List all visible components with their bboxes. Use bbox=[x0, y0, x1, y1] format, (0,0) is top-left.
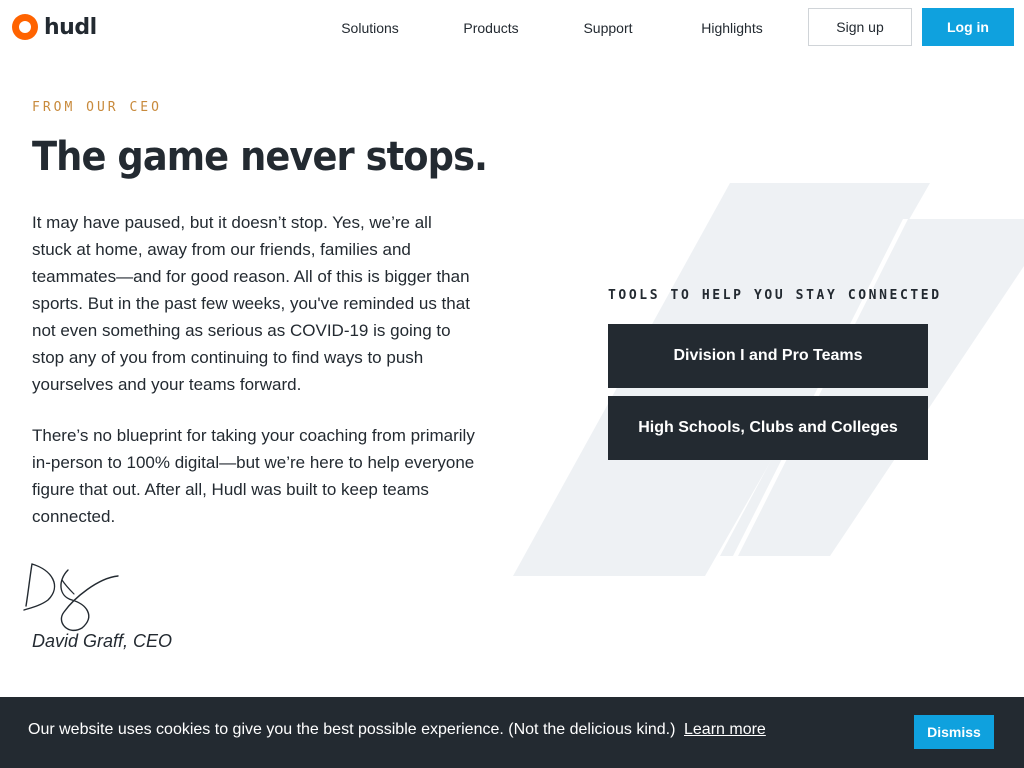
dismiss-button[interactable]: Dismiss bbox=[914, 715, 994, 749]
learn-more-link[interactable]: Learn more bbox=[684, 721, 766, 739]
hudl-logo[interactable]: hudl bbox=[12, 10, 97, 44]
nav-products[interactable]: Products bbox=[440, 6, 542, 52]
nav-solutions[interactable]: Solutions bbox=[322, 6, 418, 52]
log-in-button[interactable]: Log in bbox=[922, 8, 1014, 46]
logo-text: hudl bbox=[44, 14, 97, 40]
cookie-banner: Our website uses cookies to give you the… bbox=[0, 697, 1024, 768]
hudl-logo-icon bbox=[12, 14, 38, 40]
signer-name: David Graff, CEO bbox=[32, 631, 173, 651]
cookie-message: Our website uses cookies to give you the… bbox=[28, 721, 676, 738]
nav-support[interactable]: Support bbox=[560, 6, 656, 52]
signature-image bbox=[23, 563, 119, 631]
letter-paragraph-1: It may have paused, but it doesn’t stop.… bbox=[32, 213, 470, 394]
top-navigation: hudl Solutions Products Support Highligh… bbox=[0, 0, 1024, 54]
page-title: The game never stops. bbox=[32, 134, 488, 180]
eyebrow-label: FROM OUR CEO bbox=[32, 100, 162, 115]
division-i-pro-teams-button[interactable]: Division I and Pro Teams bbox=[608, 324, 928, 388]
sign-up-button[interactable]: Sign up bbox=[808, 8, 912, 46]
nav-highlights[interactable]: Highlights bbox=[678, 6, 786, 52]
letter-paragraph-2: There’s no blueprint for taking your coa… bbox=[32, 426, 475, 526]
tools-heading: TOOLS TO HELP YOU STAY CONNECTED bbox=[608, 288, 942, 303]
high-schools-clubs-colleges-button[interactable]: High Schools, Clubs and Colleges bbox=[608, 396, 928, 460]
